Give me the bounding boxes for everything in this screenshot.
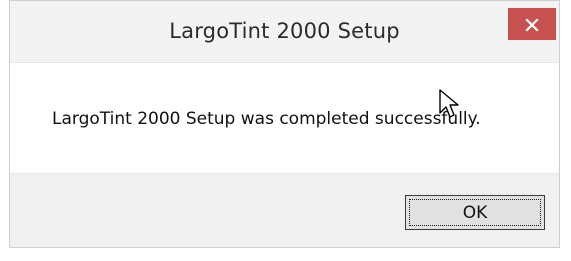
- dialog-title: LargoTint 2000 Setup: [169, 19, 400, 43]
- setup-complete-dialog: LargoTint 2000 Setup LargoTint 2000 Setu…: [9, 0, 560, 248]
- completion-message: LargoTint 2000 Setup was completed succe…: [52, 109, 481, 129]
- button-area: OK: [10, 174, 559, 247]
- message-area: LargoTint 2000 Setup was completed succe…: [10, 63, 559, 174]
- close-button[interactable]: [508, 8, 556, 40]
- title-bar: LargoTint 2000 Setup: [10, 1, 559, 63]
- close-icon: [525, 17, 539, 32]
- ok-button[interactable]: OK: [405, 195, 545, 230]
